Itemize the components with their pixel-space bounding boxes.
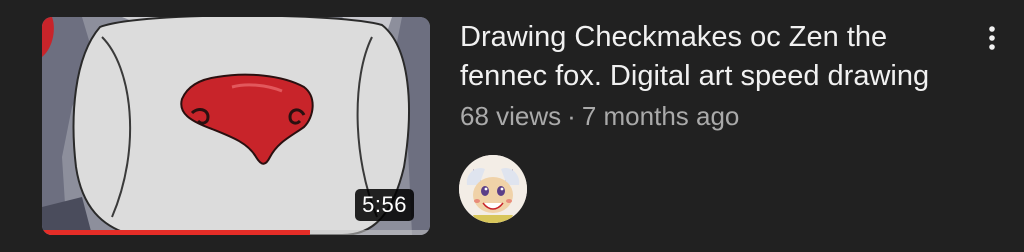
channel-avatar-image: [459, 155, 527, 223]
video-card[interactable]: 5:56 Drawing Checkmakes oc Zen the fenne…: [0, 0, 1024, 252]
watch-progress-fill: [42, 230, 310, 235]
watch-progress-bar: [42, 230, 430, 235]
view-count: 68 views: [460, 101, 562, 131]
video-thumbnail[interactable]: 5:56: [42, 17, 430, 235]
metadata-separator: ·: [567, 101, 576, 131]
video-title[interactable]: Drawing Checkmakes oc Zen the fennec fox…: [460, 18, 955, 96]
more-vert-icon: [989, 26, 995, 50]
video-metadata: 68 views · 7 months ago: [460, 100, 739, 132]
channel-avatar[interactable]: [459, 155, 527, 223]
upload-age: 7 months ago: [581, 101, 740, 131]
more-options-button[interactable]: [972, 20, 1012, 56]
video-duration-badge: 5:56: [355, 189, 414, 221]
